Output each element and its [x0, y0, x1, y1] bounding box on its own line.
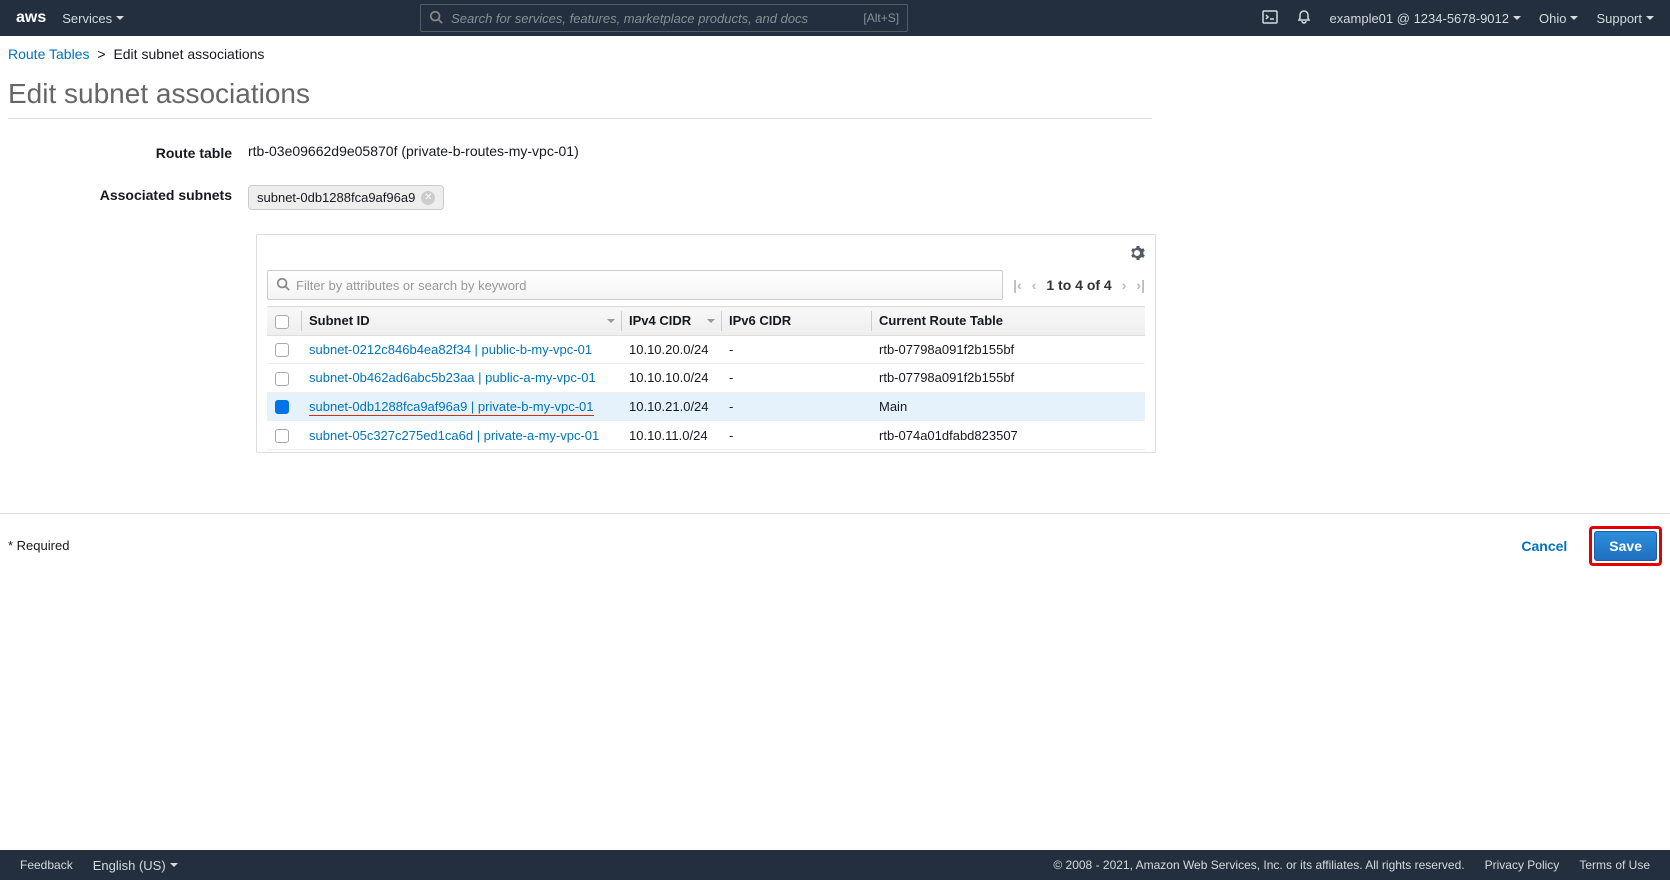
pager-first-icon[interactable]: |‹: [1013, 277, 1022, 293]
col-checkbox: [267, 307, 301, 336]
subnet-table: Subnet ID IPv4 CIDR IPv6 CIDR Current Ro…: [267, 306, 1145, 450]
table-row[interactable]: subnet-0212c846b4ea82f34 | public-b-my-v…: [267, 335, 1145, 364]
ipv4-cell: 10.10.21.0/24: [621, 392, 721, 421]
table-row[interactable]: subnet-0b462ad6abc5b23aa | public-a-my-v…: [267, 364, 1145, 393]
save-button[interactable]: Save: [1594, 531, 1657, 561]
col-ipv6[interactable]: IPv6 CIDR: [721, 307, 871, 336]
col-ipv6-label: IPv6 CIDR: [729, 313, 791, 328]
bell-icon[interactable]: [1296, 9, 1312, 28]
caret-down-icon: [1570, 16, 1578, 20]
page-title: Edit subnet associations: [8, 72, 1152, 119]
row-checkbox[interactable]: [275, 429, 289, 443]
aws-logo-text: aws: [16, 9, 46, 27]
account-menu[interactable]: example01 @ 1234-5678-9012: [1330, 11, 1521, 26]
ipv6-cell: -: [721, 335, 871, 364]
pager-prev-icon[interactable]: ‹: [1032, 277, 1037, 293]
route-table-row: Route table rtb-03e09662d9e05870f (priva…: [8, 143, 1152, 161]
row-checkbox[interactable]: [275, 343, 289, 357]
breadcrumb-current: Edit subnet associations: [113, 46, 264, 62]
col-subnet-id-label: Subnet ID: [309, 313, 370, 328]
row-checkbox[interactable]: [275, 372, 289, 386]
terms-link[interactable]: Terms of Use: [1579, 858, 1650, 872]
associated-subnets-label: Associated subnets: [8, 185, 248, 203]
support-menu[interactable]: Support: [1596, 11, 1654, 26]
subnet-chip-text: subnet-0db1288fca9af96a9: [257, 190, 415, 205]
subnet-link[interactable]: subnet-05c327c275ed1ca6d | private-a-my-…: [309, 428, 599, 443]
nav-right: example01 @ 1234-5678-9012 Ohio Support: [1262, 9, 1654, 28]
account-label: example01 @ 1234-5678-9012: [1330, 11, 1509, 26]
save-button-highlight: Save: [1589, 526, 1662, 566]
ipv6-cell: -: [721, 421, 871, 450]
language-label: English (US): [93, 858, 166, 873]
sort-caret-icon: [707, 319, 715, 323]
feedback-link[interactable]: Feedback: [20, 858, 73, 872]
table-row[interactable]: subnet-0db1288fca9af96a9 | private-b-my-…: [267, 392, 1145, 421]
sort-caret-icon: [607, 319, 615, 323]
ipv4-cell: 10.10.20.0/24: [621, 335, 721, 364]
associated-subnets-row: Associated subnets subnet-0db1288fca9af9…: [8, 185, 1152, 210]
services-menu[interactable]: Services: [62, 11, 124, 26]
col-current-rt-label: Current Route Table: [879, 313, 1003, 328]
route-table-label: Route table: [8, 143, 248, 161]
col-ipv4[interactable]: IPv4 CIDR: [621, 307, 721, 336]
search-shortcut: [Alt+S]: [863, 11, 899, 25]
filter-input[interactable]: [296, 278, 994, 293]
language-menu[interactable]: English (US): [93, 858, 178, 873]
route-table-value: rtb-03e09662d9e05870f (private-b-routes-…: [248, 143, 1152, 159]
page: Edit subnet associations Route table rtb…: [0, 72, 1160, 473]
pager-last-icon[interactable]: ›|: [1136, 277, 1145, 293]
caret-down-icon: [116, 16, 124, 20]
search-icon: [429, 10, 443, 27]
rt-cell: rtb-074a01dfabd823507: [871, 421, 1145, 450]
pager: |‹ ‹ 1 to 4 of 4 › ›|: [1013, 277, 1145, 293]
breadcrumb-root-link[interactable]: Route Tables: [8, 46, 89, 62]
col-current-rt[interactable]: Current Route Table: [871, 307, 1145, 336]
gear-icon[interactable]: [1129, 245, 1145, 264]
global-search: [Alt+S]: [420, 4, 908, 32]
region-label: Ohio: [1539, 11, 1566, 26]
filter-box[interactable]: [267, 270, 1003, 300]
search-input-wrap[interactable]: [Alt+S]: [420, 4, 908, 32]
support-label: Support: [1596, 11, 1642, 26]
search-input[interactable]: [451, 11, 855, 26]
services-label: Services: [62, 11, 112, 26]
rt-cell: rtb-07798a091f2b155bf: [871, 364, 1145, 393]
caret-down-icon: [170, 863, 178, 867]
cancel-button[interactable]: Cancel: [1511, 532, 1577, 560]
aws-logo[interactable]: aws: [16, 9, 46, 27]
table-row[interactable]: subnet-05c327c275ed1ca6d | private-a-my-…: [267, 421, 1145, 450]
privacy-link[interactable]: Privacy Policy: [1485, 858, 1560, 872]
ipv4-cell: 10.10.10.0/24: [621, 364, 721, 393]
rt-cell: Main: [871, 392, 1145, 421]
top-nav: aws Services [Alt+S] example01 @ 1234-56…: [0, 0, 1670, 36]
search-icon: [276, 277, 290, 294]
col-subnet-id[interactable]: Subnet ID: [301, 307, 621, 336]
pager-text: 1 to 4 of 4: [1046, 277, 1111, 293]
ipv6-cell: -: [721, 364, 871, 393]
filter-row: |‹ ‹ 1 to 4 of 4 › ›|: [267, 270, 1145, 300]
breadcrumb: Route Tables > Edit subnet associations: [0, 36, 1670, 72]
subnet-link[interactable]: subnet-0b462ad6abc5b23aa | public-a-my-v…: [309, 370, 596, 385]
subnet-link[interactable]: subnet-0212c846b4ea82f34 | public-b-my-v…: [309, 342, 592, 357]
subnet-table-panel: |‹ ‹ 1 to 4 of 4 › ›| Subnet ID IPv4 CID…: [256, 234, 1156, 453]
subnet-chip: subnet-0db1288fca9af96a9 ✕: [248, 185, 444, 210]
copyright: © 2008 - 2021, Amazon Web Services, Inc.…: [1053, 858, 1464, 872]
actions-bar: * Required Cancel Save: [0, 513, 1670, 578]
footer: Feedback English (US) © 2008 - 2021, Ama…: [0, 850, 1670, 880]
caret-down-icon: [1513, 16, 1521, 20]
required-note: * Required: [8, 538, 69, 553]
ipv6-cell: -: [721, 392, 871, 421]
subnet-link[interactable]: subnet-0db1288fca9af96a9 | private-b-my-…: [309, 399, 594, 416]
row-checkbox[interactable]: [275, 400, 289, 414]
breadcrumb-sep: >: [97, 46, 105, 62]
pager-next-icon[interactable]: ›: [1122, 277, 1127, 293]
col-ipv4-label: IPv4 CIDR: [629, 313, 691, 328]
rt-cell: rtb-07798a091f2b155bf: [871, 335, 1145, 364]
select-all-checkbox[interactable]: [275, 315, 289, 329]
ipv4-cell: 10.10.11.0/24: [621, 421, 721, 450]
caret-down-icon: [1646, 16, 1654, 20]
region-menu[interactable]: Ohio: [1539, 11, 1578, 26]
cloudshell-icon[interactable]: [1262, 9, 1278, 28]
chip-remove-icon[interactable]: ✕: [421, 191, 435, 205]
